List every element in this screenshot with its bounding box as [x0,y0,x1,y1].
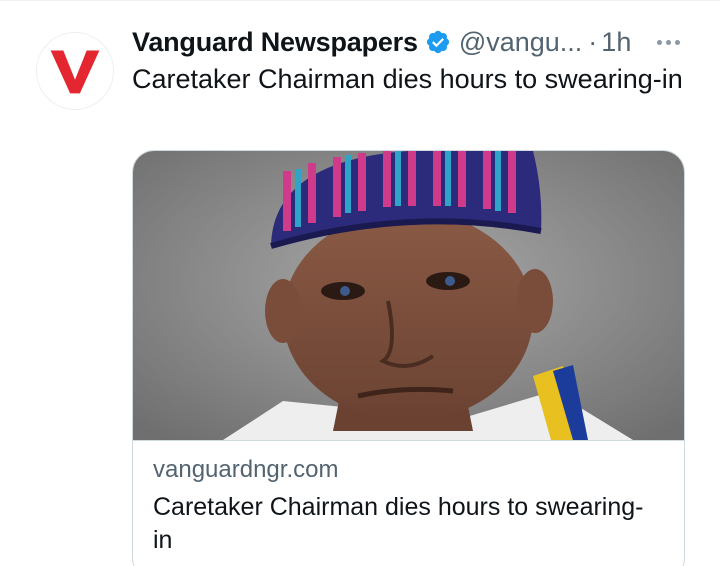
verified-badge-icon [425,29,451,55]
card-title: Caretaker Chairman dies hours to swearin… [153,493,644,554]
tweet[interactable]: Vanguard Newspapers @vangu... · 1h Caret… [0,0,720,566]
tweet-text: Caretaker Chairman dies hours to swearin… [132,64,683,94]
card-image[interactable] [133,151,684,440]
tweet-header: Vanguard Newspapers @vangu... · 1h [132,22,631,62]
tweet-timestamp[interactable]: 1h [601,27,631,58]
avatar[interactable] [36,32,114,110]
link-preview-card[interactable]: vanguardngr.com Caretaker Chairman dies … [132,150,685,566]
card-divider [133,440,684,441]
separator-dot: · [588,26,598,57]
author-handle[interactable]: @vangu... [459,27,582,58]
vanguard-logo-icon [50,50,100,94]
card-domain: vanguardngr.com [153,456,339,483]
more-options-icon[interactable] [648,28,688,56]
author-name[interactable]: Vanguard Newspapers [132,27,418,58]
portrait-photo [133,151,684,440]
